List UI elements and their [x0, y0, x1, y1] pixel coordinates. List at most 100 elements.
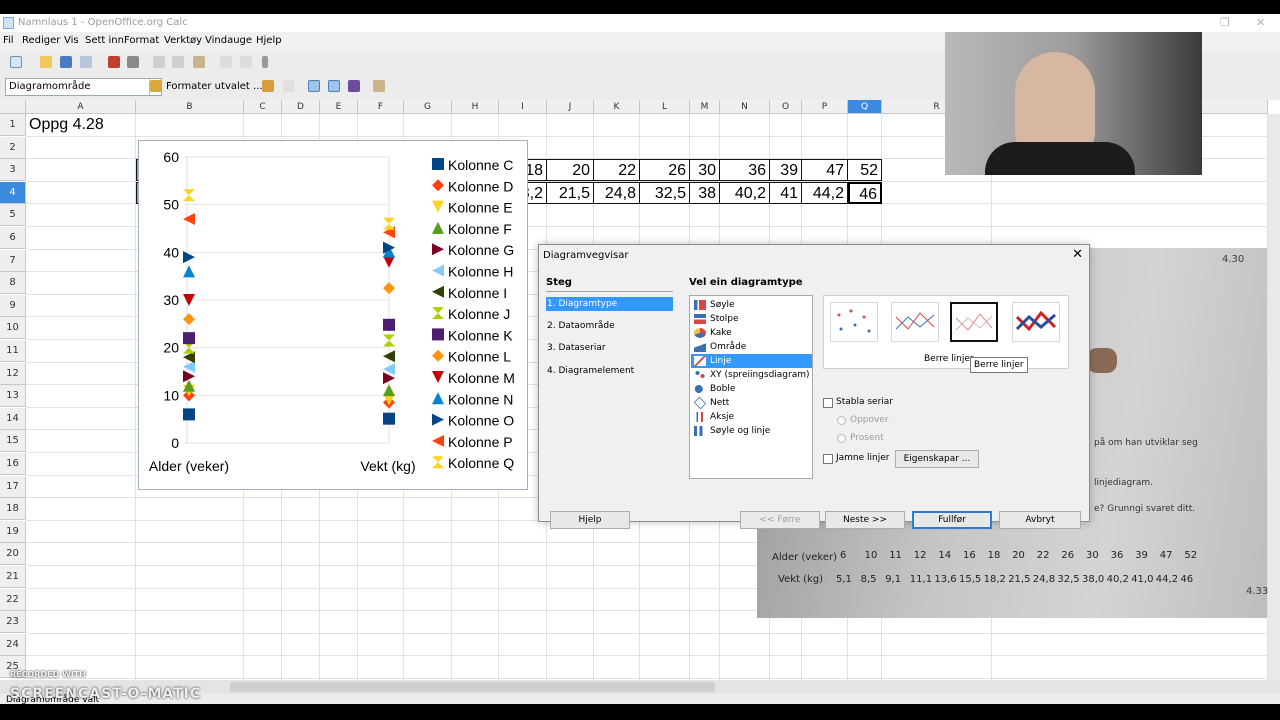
- auto-layout-icon[interactable]: [373, 80, 385, 92]
- row-header-1[interactable]: 1: [0, 114, 26, 136]
- column-header-b[interactable]: B: [136, 100, 244, 114]
- stack-percent-radio[interactable]: [837, 434, 846, 443]
- row-header-19[interactable]: 19: [0, 520, 26, 543]
- format-selection-icon[interactable]: [150, 80, 162, 92]
- column-header-i[interactable]: I: [499, 100, 547, 114]
- row-header-20[interactable]: 20: [0, 543, 26, 566]
- pdf-icon[interactable]: [108, 56, 120, 68]
- row-header-21[interactable]: 21: [0, 566, 26, 588]
- menu-vis[interactable]: Vis: [64, 35, 79, 46]
- save-icon[interactable]: [60, 56, 72, 68]
- cell-o4[interactable]: 41: [770, 181, 802, 204]
- cell-m3[interactable]: 30: [690, 159, 720, 182]
- row-header-13[interactable]: 13: [0, 385, 26, 408]
- menu-vindauge[interactable]: Vindauge: [205, 35, 252, 46]
- variant-points-only[interactable]: [830, 302, 878, 342]
- column-header-a[interactable]: A: [26, 100, 136, 114]
- data-table-icon[interactable]: [283, 80, 295, 92]
- back-button[interactable]: << Førre: [740, 511, 820, 529]
- next-button[interactable]: Neste >>: [825, 511, 905, 529]
- column-header-j[interactable]: J: [547, 100, 594, 114]
- variant-lines-only[interactable]: [950, 302, 998, 342]
- row-header-22[interactable]: 22: [0, 588, 26, 611]
- scale-text-icon[interactable]: [348, 80, 360, 92]
- row-header-16[interactable]: 16: [0, 453, 26, 475]
- chart-area[interactable]: 0 10 20 30 40 50 60 Alder (veker) Vekt (kg) Kolon…: [138, 140, 528, 490]
- redo-icon[interactable]: [240, 56, 252, 68]
- step-diagramelement[interactable]: 4. Diagramelement: [546, 364, 673, 378]
- row-header-6[interactable]: 6: [0, 227, 26, 249]
- paste-icon[interactable]: [193, 56, 205, 68]
- cell-k3[interactable]: 22: [594, 159, 640, 182]
- type-nett[interactable]: Nett: [691, 396, 812, 410]
- copy-icon[interactable]: [172, 56, 184, 68]
- column-header-f[interactable]: F: [358, 100, 404, 114]
- row-header-14[interactable]: 14: [0, 407, 26, 430]
- stack-series-checkbox[interactable]: [823, 398, 833, 408]
- variant-3d-lines[interactable]: [1012, 302, 1060, 342]
- cell-p3[interactable]: 47: [802, 159, 848, 182]
- row-header-24[interactable]: 24: [0, 633, 26, 656]
- row-header-9[interactable]: 9: [0, 294, 26, 317]
- close-window-icon[interactable]: ✕: [1256, 14, 1265, 32]
- menu-rediger[interactable]: Rediger: [22, 35, 60, 46]
- column-header-d[interactable]: D: [282, 100, 320, 114]
- menu-verktoy[interactable]: Verktøy: [164, 35, 202, 46]
- menu-sett-inn[interactable]: Sett inn: [85, 35, 124, 46]
- row-header-5[interactable]: 5: [0, 204, 26, 227]
- type-boble[interactable]: Boble: [691, 382, 812, 396]
- row-header-7[interactable]: 7: [0, 249, 26, 272]
- cell-l3[interactable]: 26: [640, 159, 690, 182]
- step-dataomrade[interactable]: 2. Dataområde: [546, 319, 673, 333]
- cell-a1[interactable]: Oppg 4.28: [27, 114, 137, 136]
- row-header-11[interactable]: 11: [0, 340, 26, 362]
- properties-button[interactable]: Eigenskapar ...: [895, 450, 979, 468]
- undo-icon[interactable]: [220, 56, 232, 68]
- row-header-3[interactable]: 3: [0, 159, 26, 182]
- cancel-button[interactable]: Avbryt: [999, 511, 1081, 529]
- cell-l4[interactable]: 32,5: [640, 181, 690, 204]
- cut-icon[interactable]: [153, 56, 165, 68]
- stack-on-top-radio[interactable]: [837, 416, 846, 425]
- column-header-l[interactable]: L: [640, 100, 690, 114]
- select-all-corner[interactable]: [0, 100, 26, 114]
- row-header-18[interactable]: 18: [0, 498, 26, 521]
- legend-toggle-icon[interactable]: [328, 80, 340, 92]
- row-header-23[interactable]: 23: [0, 611, 26, 634]
- smooth-lines-checkbox[interactable]: [823, 454, 833, 464]
- type-soyle-og-linje[interactable]: Søyle og linje: [691, 424, 812, 438]
- type-kake[interactable]: Kake: [691, 326, 812, 340]
- column-header-q[interactable]: Q: [848, 100, 882, 114]
- finish-button[interactable]: Fullfør: [912, 511, 992, 529]
- column-header-c[interactable]: C: [244, 100, 282, 114]
- step-diagramtype[interactable]: 1. Diagramtype: [546, 297, 673, 311]
- new-icon[interactable]: [10, 56, 22, 68]
- vertical-scrollbar[interactable]: [1268, 114, 1280, 680]
- type-linje[interactable]: Linje: [691, 354, 812, 368]
- column-header-o[interactable]: O: [770, 100, 802, 114]
- cell-o3[interactable]: 39: [770, 159, 802, 182]
- cell-k4[interactable]: 24,8: [594, 181, 640, 204]
- row-header-15[interactable]: 15: [0, 430, 26, 453]
- menu-format[interactable]: Format: [124, 35, 159, 46]
- print-icon[interactable]: [127, 56, 139, 68]
- row-header-8[interactable]: 8: [0, 272, 26, 295]
- row-header-2[interactable]: 2: [0, 136, 26, 159]
- horizontal-grids-icon[interactable]: [308, 80, 320, 92]
- cell-q4[interactable]: 46: [848, 181, 882, 204]
- format-selection-button[interactable]: Formater utvalet ...: [166, 81, 263, 92]
- toolbar-more-icon[interactable]: [262, 56, 268, 68]
- restore-icon[interactable]: ❐: [1220, 14, 1230, 32]
- column-header-k[interactable]: K: [594, 100, 640, 114]
- cell-j4[interactable]: 21,5: [547, 181, 594, 204]
- cell-m4[interactable]: 38: [690, 181, 720, 204]
- row-header-12[interactable]: 12: [0, 362, 26, 385]
- scroll-thumb[interactable]: [230, 682, 715, 692]
- cell-n4[interactable]: 40,2: [720, 181, 770, 204]
- column-header-e[interactable]: E: [320, 100, 358, 114]
- column-header-g[interactable]: G: [404, 100, 452, 114]
- close-icon[interactable]: ✕: [1072, 247, 1083, 262]
- cell-j3[interactable]: 20: [547, 159, 594, 182]
- menu-hjelp[interactable]: Hjelp: [256, 35, 282, 46]
- type-aksje[interactable]: Aksje: [691, 410, 812, 424]
